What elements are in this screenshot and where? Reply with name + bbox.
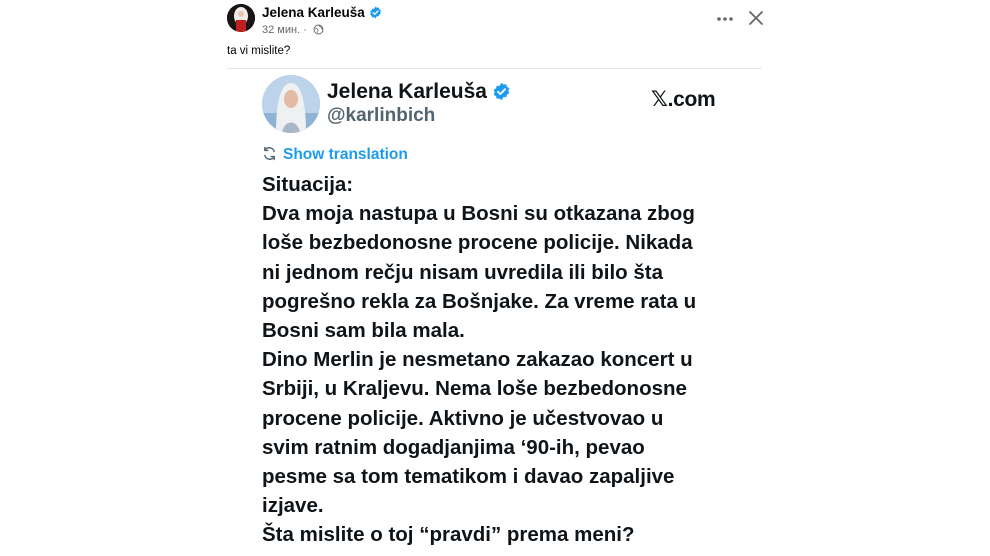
tweet-text-line: ni jednom rečju nisam uvredila ili bilo … xyxy=(262,260,663,284)
tweet-text-line: pogrešno rekla za Bošnjake. Za vreme rat… xyxy=(262,289,697,313)
divider xyxy=(227,68,762,69)
x-com-logo: 𝕏.com xyxy=(651,88,716,111)
globe-icon xyxy=(313,24,324,38)
verified-badge-icon xyxy=(369,6,382,22)
tweet-text-line: Šta mislite o toj “pravdi” prema meni? xyxy=(262,523,635,547)
tweet-author-name: Jelena Karleuša xyxy=(327,80,511,107)
show-translation-label: Show translation xyxy=(283,146,408,163)
tweet-text-line: Situacija: xyxy=(262,173,354,196)
tweet-text-line: izjave. xyxy=(262,494,324,518)
post-timestamp[interactable]: 32 мин. xyxy=(262,24,300,36)
tweet-text-line: Bosni sam bila mala. xyxy=(262,319,465,343)
tweet-author-avatar xyxy=(262,75,320,133)
tweet-text-line: Srbiji, u Kraljevu. Nema loše bezbedonos… xyxy=(262,377,687,401)
verified-badge-icon xyxy=(492,82,511,107)
facebook-post: Jelena Karleuša 32 мин. · ta vi mislite?… xyxy=(0,0,990,556)
post-meta: 32 мин. · xyxy=(262,24,324,38)
tweet-text-line: svim ratnim dogadjanjima ‘90-ih, pevao xyxy=(262,435,645,459)
show-translation-link: Show translation xyxy=(262,146,408,166)
more-options-button[interactable] xyxy=(713,9,737,29)
post-caption: ta vi mislite? xyxy=(227,45,291,57)
tweet-text-line: loše bezbedonosne procene policije. Nika… xyxy=(262,231,693,255)
author-name-text[interactable]: Jelena Karleuša xyxy=(262,5,365,20)
tweet-author-handle: @karlinbich xyxy=(327,105,436,126)
tweet-text-line: procene policije. Aktivno je učestvovao … xyxy=(262,406,664,430)
author-avatar[interactable] xyxy=(227,4,255,32)
tweet-author-name-text: Jelena Karleuša xyxy=(327,80,487,103)
tweet-text-line: pesme sa tom tematikom i davao zapaljive xyxy=(262,465,675,489)
tweet-text-line: Dino Merlin je nesmetano zakazao koncert… xyxy=(262,348,693,372)
translate-icon xyxy=(262,146,277,166)
tweet-text-line: Dva moja nastupa u Bosni su otkazana zbo… xyxy=(262,202,695,226)
author-name[interactable]: Jelena Karleuša xyxy=(262,5,382,22)
close-button[interactable] xyxy=(745,7,767,29)
tweet-text: Situacija: Dva moja nastupa u Bosni su o… xyxy=(262,170,752,550)
